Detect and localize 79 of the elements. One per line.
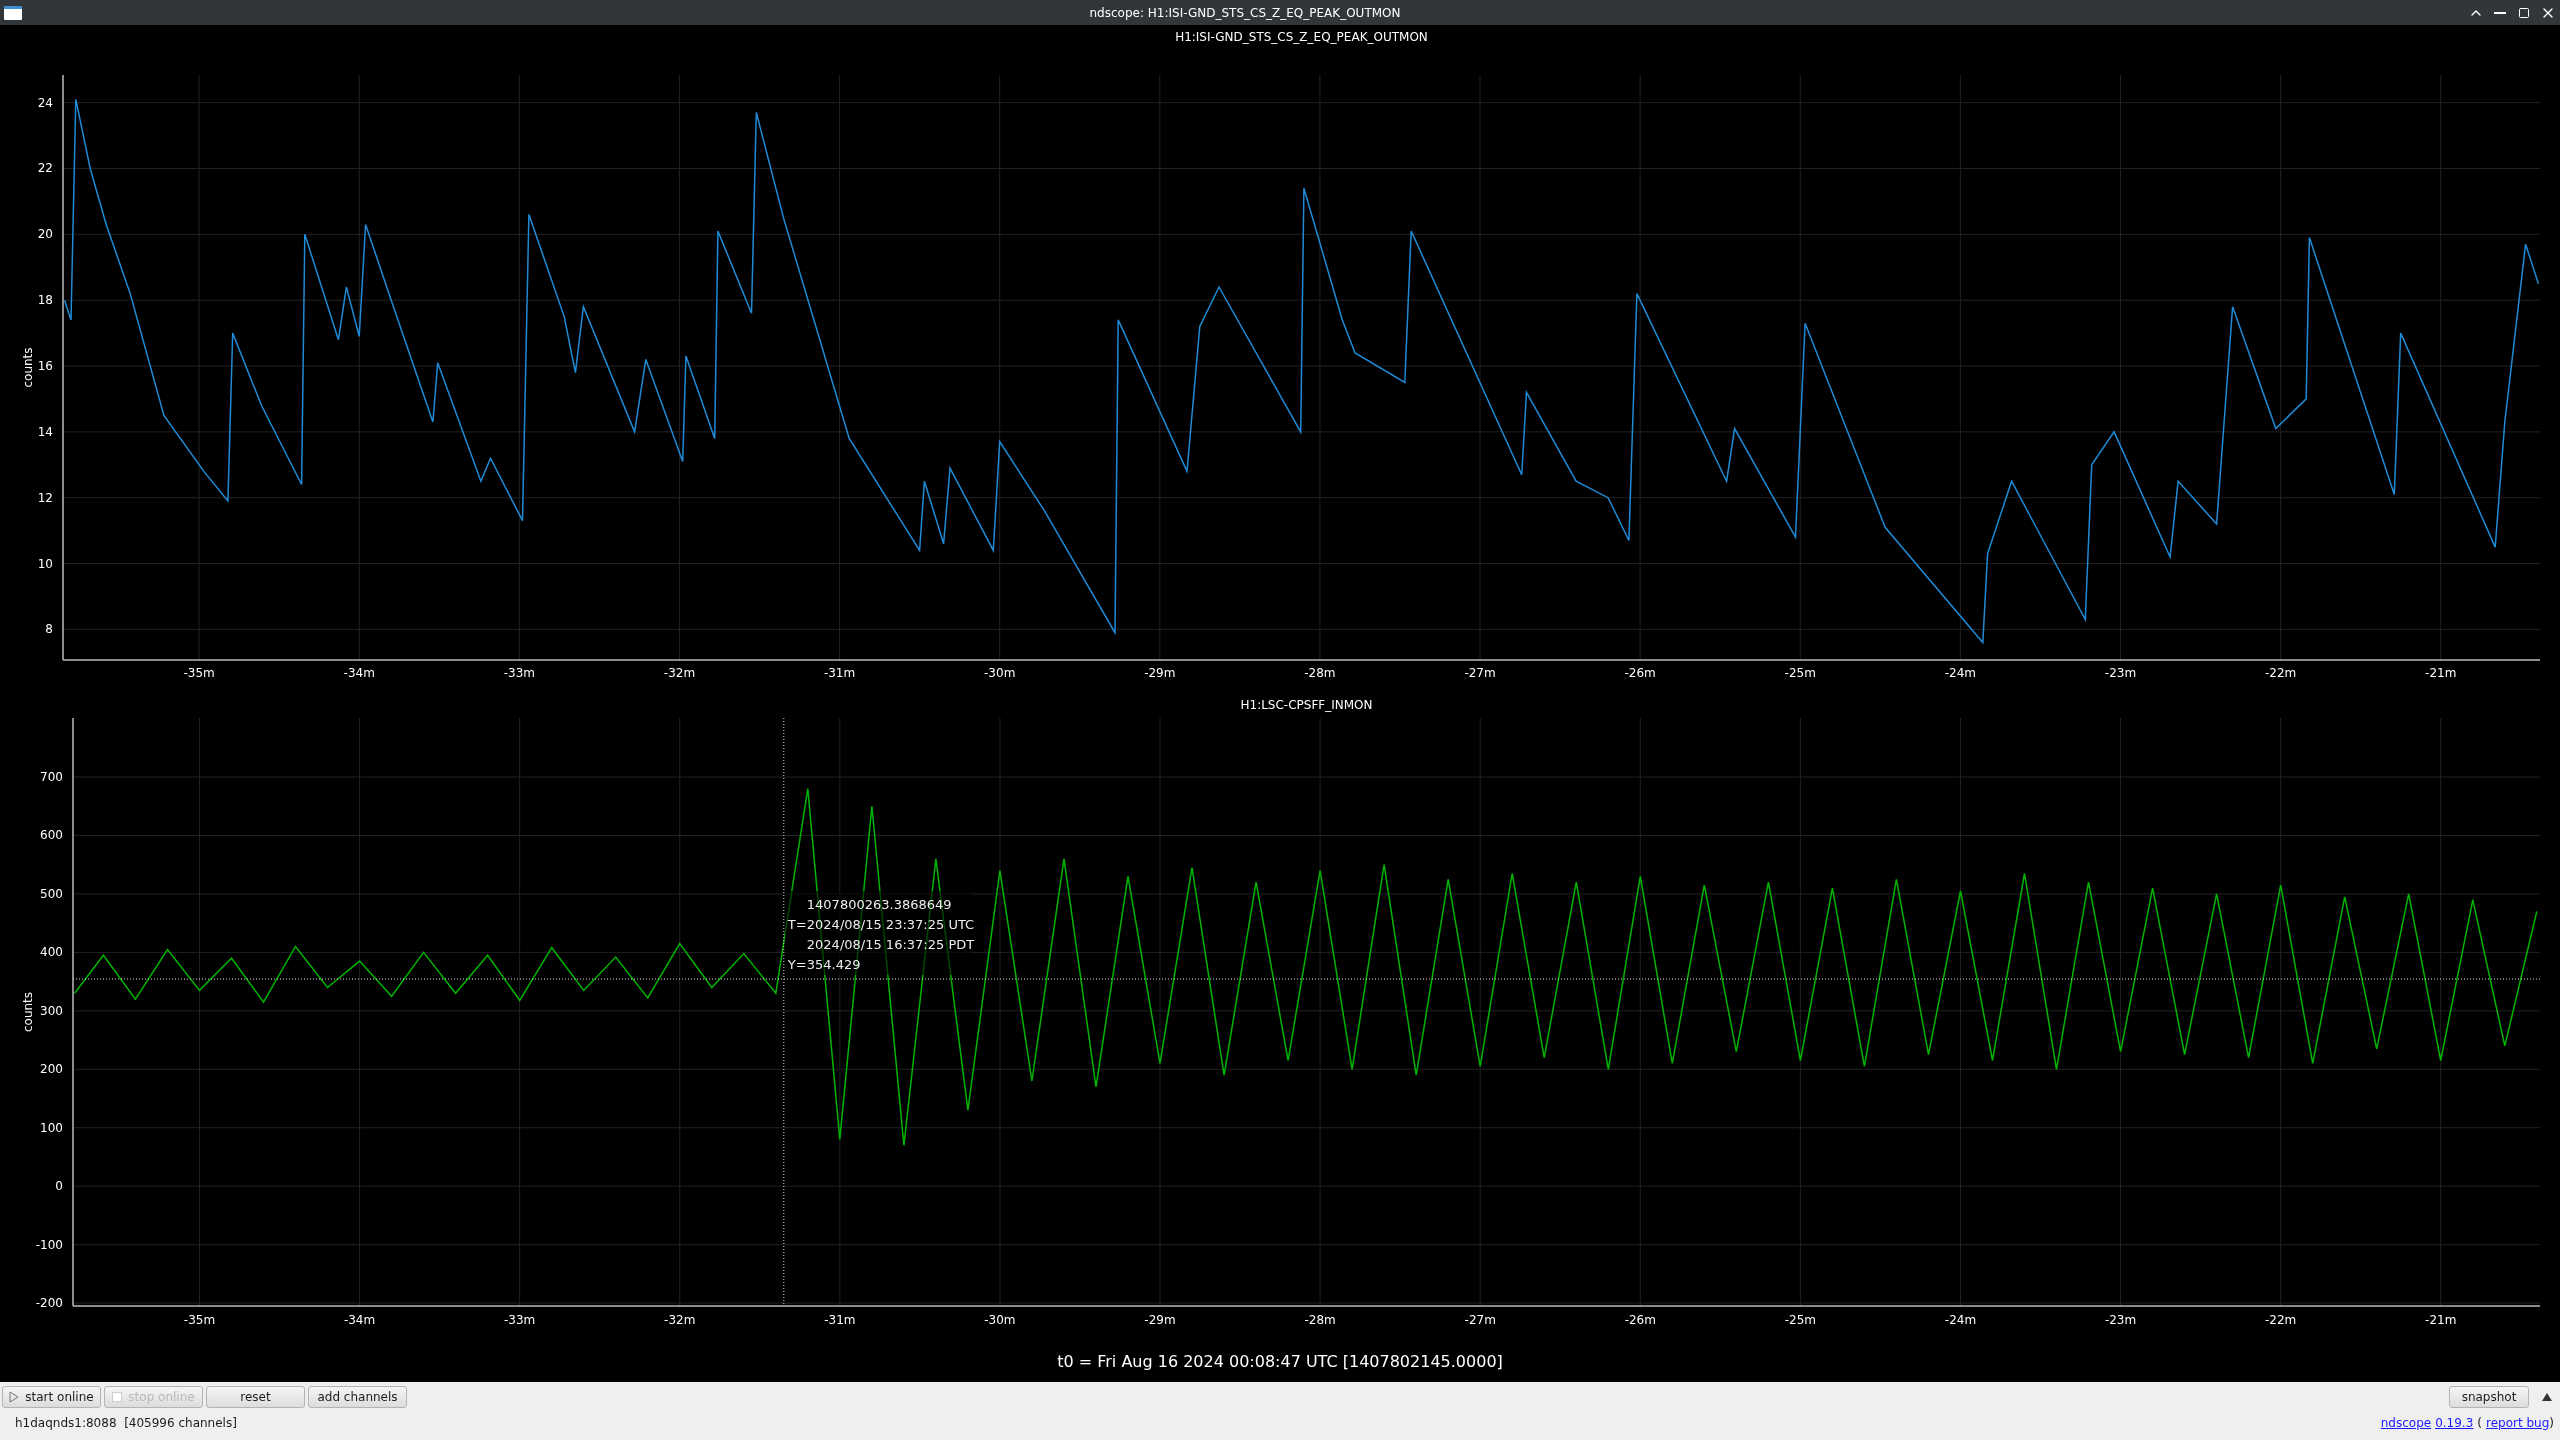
link[interactable]: ndscope	[2380, 1416, 2432, 1430]
tick-label: -30m	[984, 1313, 1016, 1327]
tick-label: -34m	[343, 1313, 376, 1327]
tick-label: -35m	[183, 666, 215, 680]
tick-label: -21m	[2425, 666, 2457, 680]
tick-label: -24m	[1944, 1313, 1977, 1327]
tick-label: -25m	[1784, 666, 1816, 680]
tick-label: 20	[37, 227, 53, 242]
tick-label: -35m	[183, 1313, 216, 1327]
tick-label: -24m	[1944, 666, 1977, 680]
tick-label: -33m	[504, 1313, 536, 1327]
tick-label: -23m	[2104, 1313, 2137, 1327]
tick-label: -22m	[2264, 666, 2297, 680]
up-triangle-icon	[2542, 1393, 2552, 1401]
tick-label: 18	[37, 293, 53, 308]
readout-value: 2024/08/15 23:37:25 UTC	[806, 917, 975, 932]
tick-label: 300	[40, 1003, 63, 1018]
tick-label: 600	[40, 828, 63, 843]
tick-label: -31m	[823, 666, 856, 680]
tick-label: 8	[45, 622, 53, 637]
tick-label: 100	[40, 1120, 63, 1135]
tick-label: -22m	[2265, 1313, 2297, 1327]
link[interactable]: report bug	[2486, 1416, 2550, 1430]
readout-value: 354.429	[806, 957, 861, 972]
tick-label: -30m	[984, 666, 1016, 680]
tick-label: 0	[55, 1179, 63, 1194]
tick-label: -26m	[1624, 1313, 1656, 1327]
toolbar-button[interactable]: start online	[2, 1386, 101, 1408]
tick-label: 700	[40, 770, 63, 785]
axis-label: counts	[21, 991, 35, 1033]
window-title: ndscope: H1:ISI-GND_STS_CS_Z_EQ_PEAK_OUTMON	[1088, 5, 1402, 20]
tick-label: 14	[37, 424, 53, 439]
tick-label: 200	[40, 1062, 63, 1077]
link[interactable]: 0.19.3	[2435, 1416, 2474, 1430]
toolbar-button[interactable]: add channels	[308, 1386, 407, 1408]
tick-label: -28m	[1304, 1313, 1336, 1327]
tick-label: 22	[37, 161, 53, 176]
tick-label: 400	[40, 945, 63, 960]
tick-label: -27m	[1464, 666, 1496, 680]
t0-label: t0 = Fri Aug 16 2024 00:08:47 UTC [1407802145.0000]	[1057, 1351, 1503, 1371]
tick-label: -200	[35, 1296, 63, 1311]
punctuation: (	[2477, 1416, 2482, 1430]
minimize-icon	[2494, 11, 2506, 14]
tick-label: -26m	[1624, 666, 1656, 680]
cursor-line[interactable]	[783, 717, 785, 1307]
tick-label: -21m	[2425, 1313, 2457, 1327]
readout-value: 1407800263.3868649	[806, 897, 952, 912]
play-icon	[9, 1391, 20, 1403]
tick-label: 12	[37, 490, 53, 505]
stop-icon	[112, 1392, 123, 1402]
snapshot-button[interactable]: snapshot	[2449, 1386, 2529, 1408]
tick-label: 24	[37, 95, 53, 110]
tick-label: -34m	[343, 666, 375, 680]
cursor-line[interactable]	[72, 978, 2541, 980]
tick-label: -31m	[824, 1313, 856, 1327]
tick-label: -32m	[664, 1313, 696, 1327]
tick-label: -100	[35, 1237, 63, 1252]
tick-label: 500	[40, 886, 63, 901]
tick-label: -25m	[1784, 1313, 1817, 1327]
readout-label: T=	[787, 917, 807, 932]
readout-value: 2024/08/15 16:37:25 PDT	[806, 937, 975, 952]
window-icon	[4, 5, 22, 20]
axis-label: counts	[21, 347, 35, 388]
toolbar-button[interactable]: reset	[206, 1386, 305, 1408]
maximize-icon	[2518, 6, 2530, 19]
tick-label: -29m	[1144, 1313, 1176, 1327]
tick-label: -27m	[1464, 1313, 1496, 1327]
server-status: h1daqnds1:8088 [405996 channels]	[15, 1416, 237, 1430]
readout-label: Y=	[787, 957, 807, 972]
punctuation: )	[2549, 1416, 2554, 1430]
tick-label: -28m	[1304, 666, 1336, 680]
tick-label: 10	[37, 556, 53, 571]
tick-label: 16	[37, 359, 53, 373]
tick-label: -32m	[663, 666, 696, 680]
tick-label: -23m	[2104, 666, 2137, 680]
tick-label: -29m	[1144, 666, 1176, 680]
tick-label: -33m	[503, 666, 535, 680]
chart-title: H1:LSC-CPSFF_INMON	[1240, 698, 1373, 712]
chart-title: H1:ISI-GND_STS_CS_Z_EQ_PEAK_OUTMON	[1175, 30, 1428, 44]
